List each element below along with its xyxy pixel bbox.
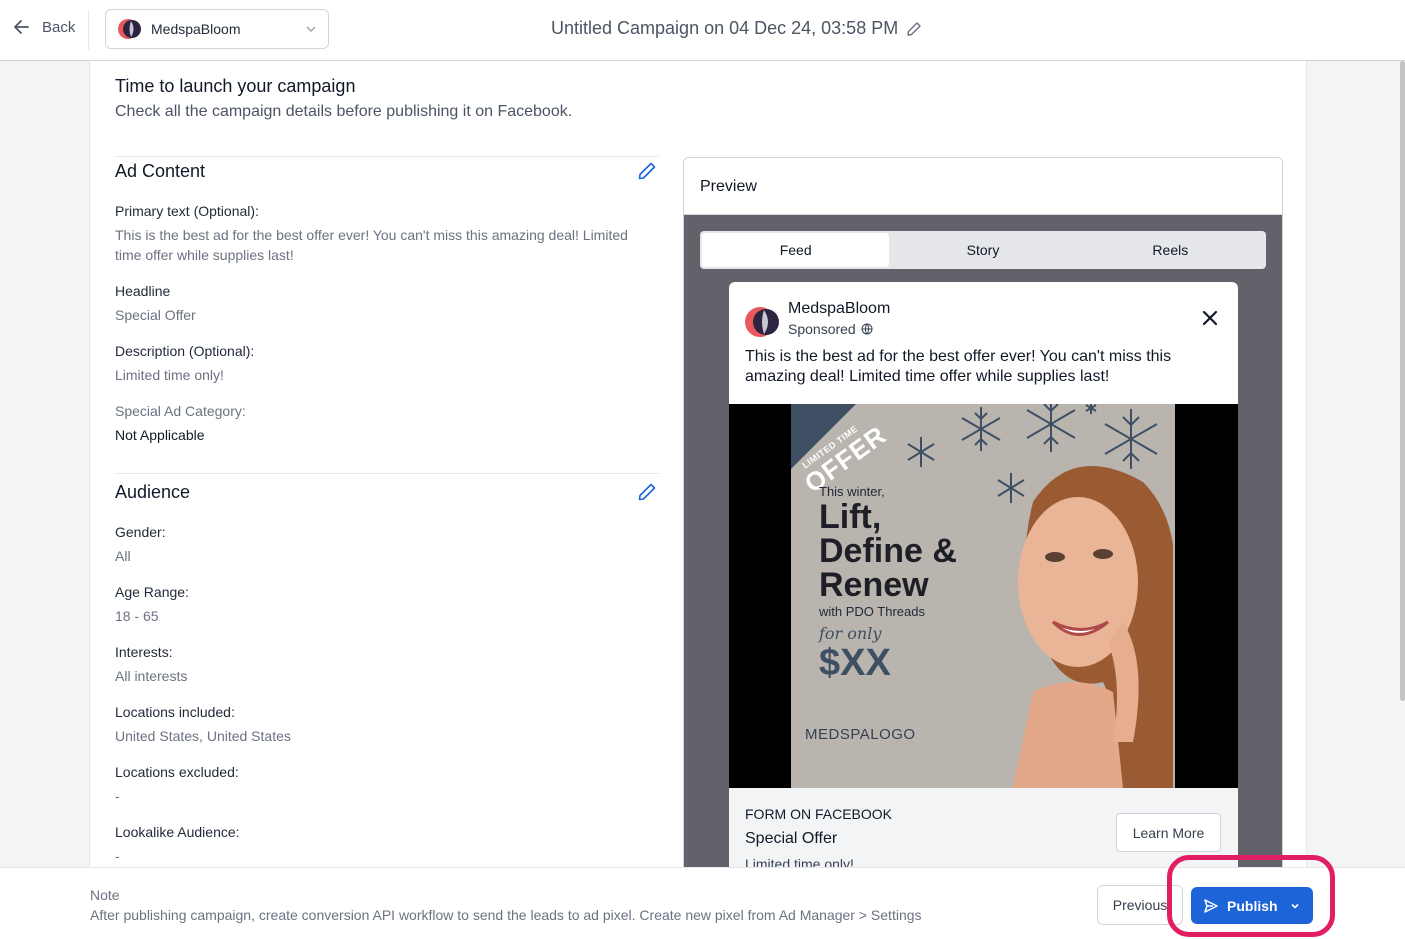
account-name: MedspaBloom — [151, 21, 241, 37]
sponsored-label: Sponsored — [788, 321, 856, 337]
audience-title: Audience — [115, 482, 191, 502]
creative-line1: This winter, — [819, 484, 885, 499]
medspa-logo-icon — [118, 19, 141, 39]
preview-title: Preview — [684, 158, 1282, 215]
facebook-post-preview: MedspaBloom Sponsored This is the best a… — [729, 282, 1238, 867]
scrollbar[interactable] — [1400, 61, 1405, 701]
creative-logo: MEDSPALOGO — [805, 726, 916, 743]
back-label: Back — [42, 18, 76, 36]
locations-included-label: Locations included: — [115, 704, 235, 720]
locations-excluded-value: - — [115, 788, 120, 804]
ad-content-section: Ad Content Primary text (Optional): This… — [115, 156, 659, 468]
creative-line3: Define & — [819, 532, 957, 570]
headline-value: Special Offer — [115, 307, 196, 323]
campaign-title: Untitled Campaign on 04 Dec 24, 03:58 PM — [551, 18, 922, 39]
interests-value: All interests — [115, 668, 188, 684]
main-card: Time to launch your campaign Check all t… — [89, 61, 1307, 867]
creative-line5: with PDO Threads — [819, 604, 925, 619]
account-select[interactable]: MedspaBloom — [105, 9, 329, 49]
pencil-icon — [638, 483, 656, 501]
medspa-logo-icon — [745, 307, 779, 337]
post-page-name: MedspaBloom — [788, 300, 891, 317]
ad-creative-image: LIMITED TIME OFFER This winter, Lift, De… — [791, 404, 1175, 788]
tab-feed[interactable]: Feed — [702, 233, 890, 267]
preview-tabs: Feed Story Reels — [700, 231, 1266, 269]
lookalike-label: Lookalike Audience: — [115, 824, 240, 840]
gender-value: All — [115, 548, 131, 564]
back-button[interactable]: Back — [12, 17, 75, 37]
divider — [88, 10, 89, 50]
note-label: Note — [90, 887, 120, 903]
model-face-illustration — [1013, 466, 1173, 788]
category-label: Special Ad Category: — [115, 403, 246, 419]
top-bar: Back MedspaBloom Untitled Campaign on 04… — [0, 0, 1405, 61]
primary-text-value: This is the best ad for the best offer e… — [115, 227, 628, 263]
lookalike-value: - — [115, 848, 120, 864]
creative-line4: Renew — [819, 566, 929, 604]
form-label: FORM ON FACEBOOK — [745, 806, 893, 822]
chevron-down-icon — [306, 26, 316, 33]
description-value: Limited time only! — [115, 367, 224, 383]
age-value: 18 - 65 — [115, 608, 159, 624]
post-media: LIMITED TIME OFFER This winter, Lift, De… — [729, 404, 1238, 788]
tab-story[interactable]: Story — [889, 233, 1076, 267]
interests-label: Interests: — [115, 644, 173, 660]
post-headline: Special Offer — [745, 830, 838, 847]
campaign-title-text: Untitled Campaign on 04 Dec 24, 03:58 PM — [551, 18, 899, 38]
post-sponsored: Sponsored — [788, 321, 873, 337]
pencil-icon — [638, 162, 656, 180]
description-label: Description (Optional): — [115, 343, 255, 359]
preview-body: Feed Story Reels MedspaBloom Sponsored T… — [684, 215, 1282, 867]
age-label: Age Range: — [115, 584, 189, 600]
locations-excluded-label: Locations excluded: — [115, 764, 239, 780]
preview-panel: Preview Feed Story Reels MedspaBloom Spo… — [683, 157, 1283, 867]
edit-audience-button[interactable] — [637, 482, 659, 504]
globe-icon — [861, 323, 873, 335]
creative-headline: Lift, Define & Renew — [819, 500, 957, 602]
launch-title: Time to launch your campaign — [115, 76, 356, 96]
headline-label: Headline — [115, 283, 171, 299]
pencil-icon[interactable] — [906, 21, 922, 37]
launch-subtitle: Check all the campaign details before pu… — [115, 103, 573, 120]
creative-line6: for only — [819, 624, 882, 643]
publish-highlight-outline — [1167, 855, 1335, 937]
close-icon[interactable] — [1202, 310, 1218, 326]
post-description: Limited time only! — [745, 856, 854, 867]
post-footer: FORM ON FACEBOOK Special Offer Limited t… — [729, 788, 1238, 867]
category-value: Not Applicable — [115, 427, 205, 443]
post-text: This is the best ad for the best offer e… — [745, 348, 1172, 385]
learn-more-button[interactable]: Learn More — [1116, 813, 1221, 852]
locations-included-value: United States, United States — [115, 728, 291, 744]
ad-content-title: Ad Content — [115, 161, 206, 181]
tab-reels[interactable]: Reels — [1077, 233, 1264, 267]
creative-line2: Lift, — [819, 498, 882, 536]
note-text: After publishing campaign, create conver… — [90, 907, 922, 923]
arrow-left-icon — [14, 20, 29, 34]
audience-section: Audience Gender: All Age Range: 18 - 65 … — [115, 473, 659, 867]
creative-price: $XX — [819, 642, 891, 684]
primary-text-label: Primary text (Optional): — [115, 203, 259, 219]
edit-ad-content-button[interactable] — [637, 161, 659, 183]
gender-label: Gender: — [115, 524, 166, 540]
